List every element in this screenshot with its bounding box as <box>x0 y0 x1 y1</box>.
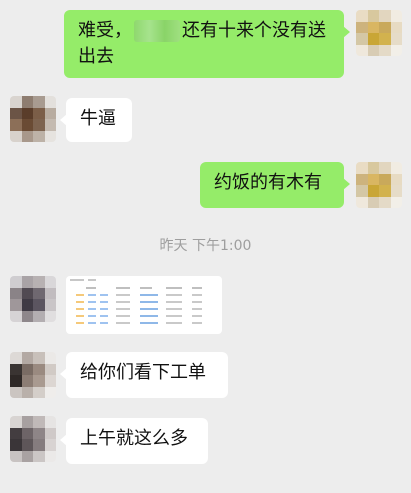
image-message[interactable] <box>66 276 222 334</box>
timestamp: 昨天 下午1:00 <box>159 238 252 254</box>
redacted-text <box>134 20 180 42</box>
avatar-contact[interactable] <box>10 96 56 142</box>
avatar-contact[interactable] <box>10 352 56 398</box>
image-thumbnail-header <box>66 276 222 286</box>
avatar-self[interactable] <box>356 10 402 56</box>
image-thumbnail-row <box>76 293 218 297</box>
message-text: 牛逼 <box>80 108 116 129</box>
image-thumbnail-row <box>76 307 218 311</box>
message-bubble-self[interactable]: 约饭的有木有 <box>200 162 350 208</box>
message-text: 约饭的有木有 <box>214 172 322 193</box>
message-bubble-contact[interactable]: 给你们看下工单 <box>60 352 228 398</box>
message-bubble-contact[interactable]: 牛逼 <box>60 98 132 142</box>
avatar-contact[interactable] <box>10 276 56 322</box>
message-bubble-self[interactable]: 难受， 还有十来个没有送出去 <box>64 10 350 78</box>
message-text-part: 难受， <box>78 20 132 41</box>
image-thumbnail-row <box>76 314 218 318</box>
image-thumbnail-row <box>76 321 218 325</box>
message-text: 给你们看下工单 <box>80 362 206 383</box>
avatar-contact[interactable] <box>10 416 56 462</box>
image-thumbnail-row <box>76 286 218 290</box>
image-thumbnail-row <box>76 300 218 304</box>
message-text: 上午就这么多 <box>80 428 188 449</box>
avatar-self[interactable] <box>356 162 402 208</box>
message-bubble-contact[interactable]: 上午就这么多 <box>60 418 208 464</box>
